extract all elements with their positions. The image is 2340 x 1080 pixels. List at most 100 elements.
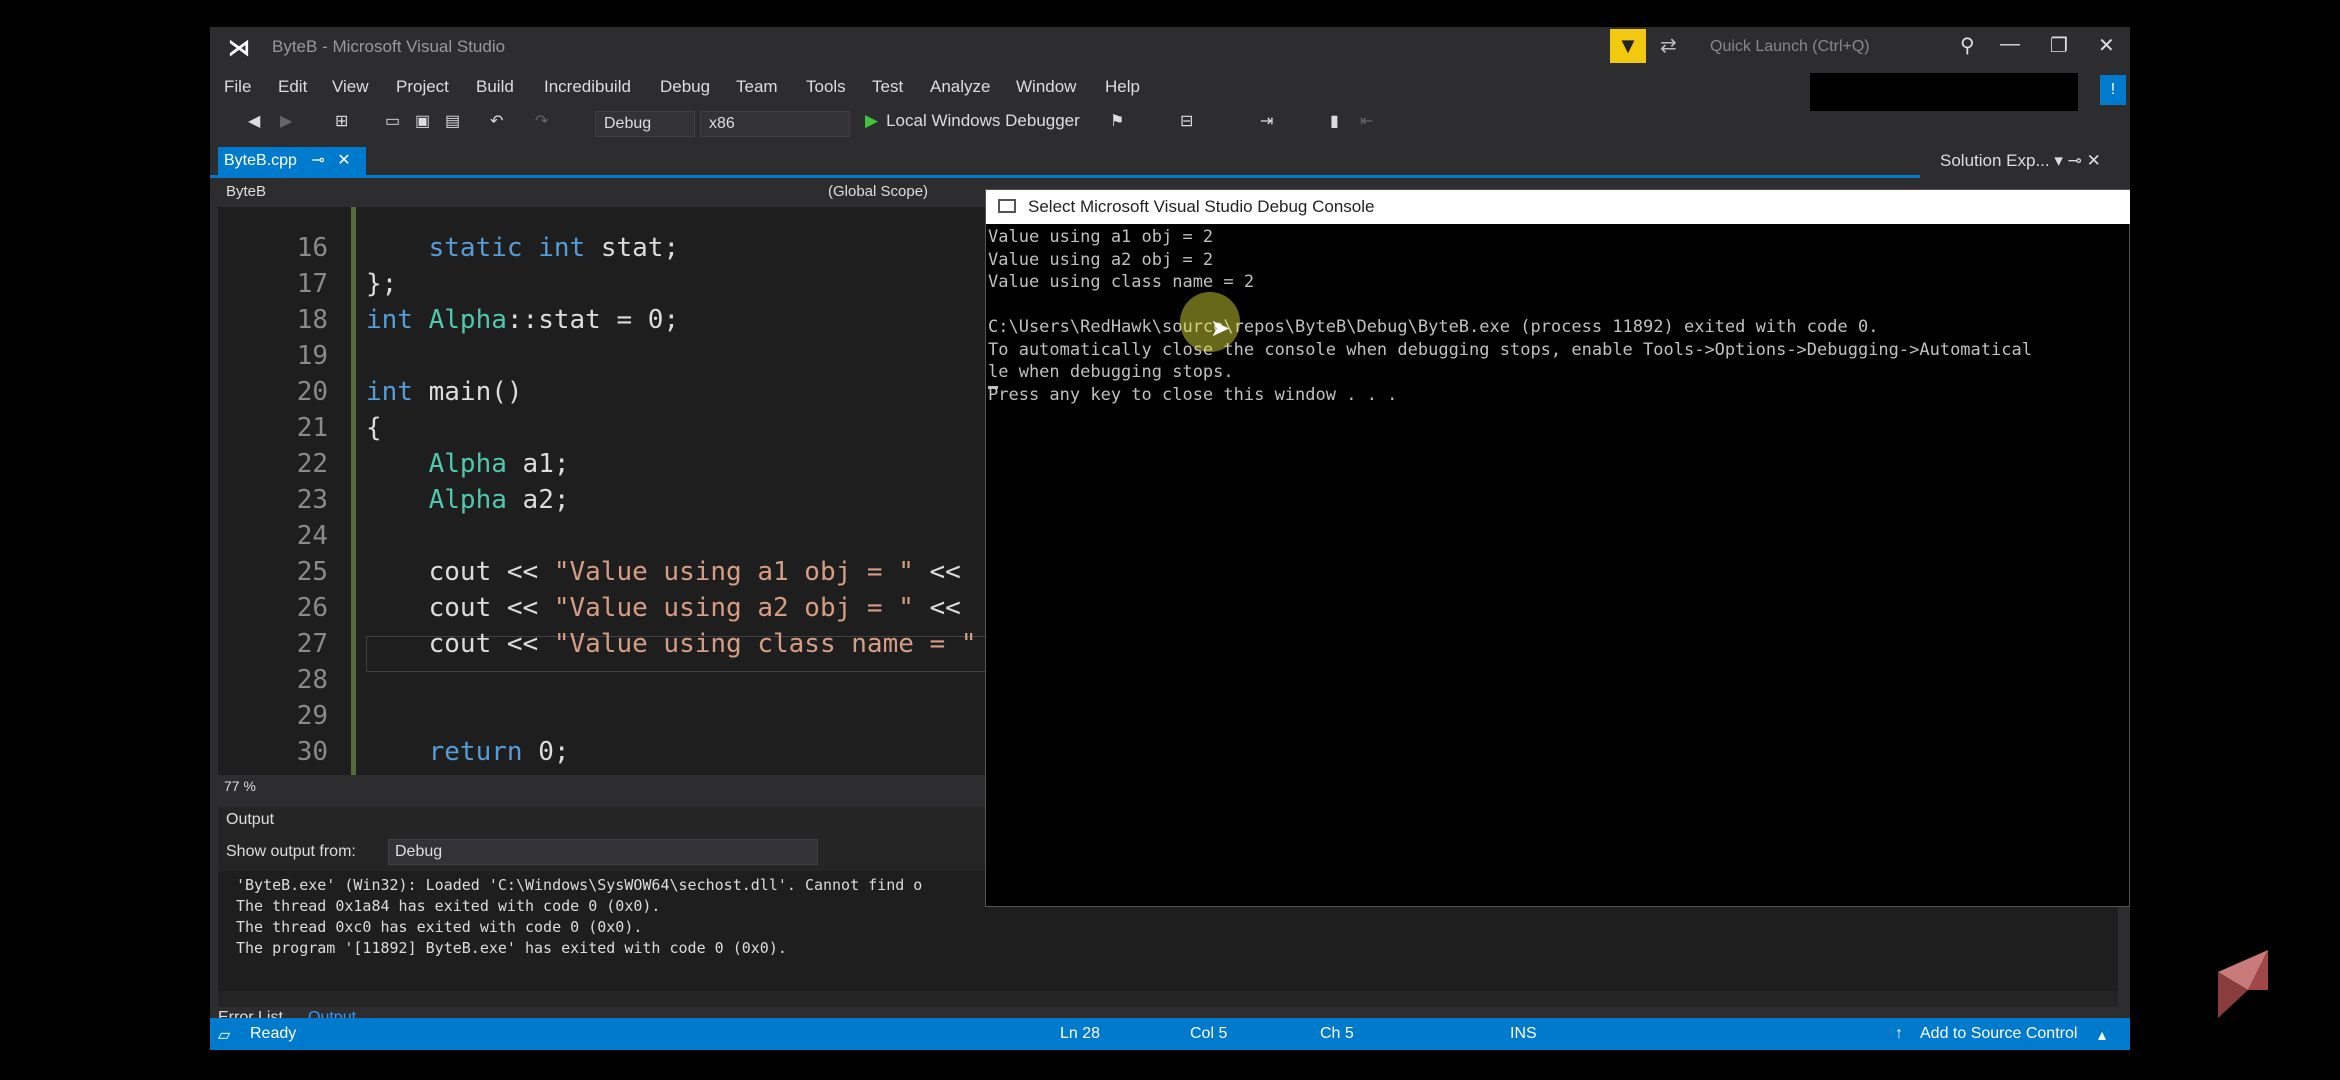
toolbar: ◀ ▶ ⊞ ▭ ▣ ▤ ↶ ↷ Debug x86 ▶ Local Windows… [210, 103, 2130, 143]
line-number: 24 [296, 521, 328, 551]
line-number: 28 [296, 665, 328, 695]
menu-build[interactable]: Build [476, 77, 514, 97]
open-file-icon[interactable]: ▭ [385, 111, 400, 131]
save-all-icon[interactable]: ▤ [445, 111, 460, 131]
code-line: int Alpha::stat = 0; [366, 305, 680, 335]
menu-team[interactable]: Team [736, 77, 778, 97]
pin-icon[interactable]: ⊸ [311, 152, 324, 169]
status-icon: ▱ [218, 1027, 231, 1044]
comment-icon[interactable]: ⇥ [1260, 111, 1273, 131]
menu-help[interactable]: Help [1105, 77, 1140, 97]
menu-analyze[interactable]: Analyze [930, 77, 990, 97]
solution-explorer-tab[interactable]: Solution Exp... ▾ ⊸ ✕ [1940, 151, 2101, 171]
live-share-icon[interactable]: ⇄ [1660, 33, 1677, 58]
code-line: { [366, 413, 382, 443]
menu-tools[interactable]: Tools [806, 77, 846, 97]
chevron-up-icon: ▴ [2098, 1027, 2107, 1044]
line-number: 22 [296, 449, 328, 479]
breakpoint-icon[interactable]: ⊟ [1180, 111, 1193, 131]
line-number: 18 [296, 305, 328, 335]
solution-platform-select[interactable]: x86 [700, 111, 850, 137]
console-icon [998, 199, 1016, 213]
search-icon[interactable]: ⚲ [1960, 33, 1975, 58]
console-line: Press any key to close this window . . . [988, 384, 1398, 405]
line-number: 26 [296, 593, 328, 623]
back-icon[interactable]: ◀ [248, 111, 260, 131]
menu-project[interactable]: Project [396, 77, 449, 97]
console-output[interactable]: Value using a1 obj = 2 Value using a2 obj… [986, 224, 2129, 904]
play-icon: ▶ [865, 111, 879, 130]
menu-debug[interactable]: Debug [660, 77, 710, 97]
menu-bar: File Edit View Project Build Incredibuil… [210, 71, 1810, 103]
bookmark-icon[interactable]: ▮ [1330, 111, 1339, 131]
save-icon[interactable]: ▣ [415, 111, 430, 131]
forward-icon[interactable]: ▶ [280, 111, 292, 131]
console-line: Value using a1 obj = 2 [988, 227, 1214, 247]
code-line: cout << "Value using a2 obj = " << [366, 593, 961, 623]
zoom-level[interactable]: 77 % [224, 778, 256, 794]
menu-file[interactable]: File [224, 77, 251, 97]
status-bar: ▱ Ready Ln 28 Col 5 Ch 5 INS ↑ Add to So… [210, 1018, 2130, 1050]
tab-label: ByteB.cpp [224, 152, 297, 169]
code-line: }; [366, 269, 398, 299]
window-title: ByteB - Microsoft Visual Studio [272, 37, 506, 56]
line-number: 25 [296, 557, 328, 587]
start-debugging-button[interactable]: ▶ Local Windows Debugger [865, 111, 1080, 131]
status-insert-mode: INS [1510, 1025, 1537, 1042]
output-source-select[interactable]: Debug [388, 839, 818, 865]
code-line: static int stat; [428, 233, 680, 263]
console-title-bar[interactable]: Select Microsoft Visual Studio Debug Con… [986, 190, 2130, 224]
close-tab-icon[interactable]: ✕ [337, 152, 350, 169]
visual-studio-logo-icon: ⋊ [228, 35, 250, 60]
solution-configuration-select[interactable]: Debug [595, 111, 695, 137]
feedback-button[interactable]: ! [2100, 75, 2126, 105]
change-tracking-bar [351, 207, 356, 775]
code-line: Alpha a2; [428, 485, 570, 515]
redo-icon[interactable]: ↷ [535, 111, 548, 131]
output-line: The thread 0xc0 has exited with code 0 (… [236, 918, 643, 936]
title-bar: ⋊ ByteB - Microsoft Visual Studio ▼ ⇄ Qu… [210, 27, 2130, 67]
status-char: Ch 5 [1320, 1025, 1354, 1042]
menu-edit[interactable]: Edit [278, 77, 307, 97]
restore-button[interactable]: ❐ [2050, 33, 2068, 58]
console-cursor [988, 386, 998, 389]
visual-studio-window: ⋊ ByteB - Microsoft Visual Studio ▼ ⇄ Qu… [210, 27, 2130, 1050]
line-number: 19 [296, 341, 328, 371]
code-line: return 0; [428, 737, 570, 767]
debug-console-window[interactable]: Select Microsoft Visual Studio Debug Con… [985, 189, 2130, 907]
output-line: The program '[11892] ByteB.exe' has exit… [236, 939, 787, 957]
show-output-label: Show output from: [226, 843, 356, 860]
code-line: Alpha a1; [428, 449, 570, 479]
line-number: 27 [296, 629, 328, 659]
line-number: 20 [296, 377, 328, 407]
menu-window[interactable]: Window [1016, 77, 1076, 97]
scope-dropdown[interactable]: (Global Scope) [828, 183, 928, 200]
line-number: 30 [296, 737, 328, 767]
line-number: 29 [296, 701, 328, 731]
menu-test[interactable]: Test [872, 77, 903, 97]
add-to-source-control-button[interactable]: Add to Source Control [1920, 1025, 2077, 1043]
bookmark-prev-icon[interactable]: ⇤ [1360, 111, 1373, 131]
quick-launch-input[interactable]: Quick Launch (Ctrl+Q) [1700, 31, 1930, 63]
line-number: 21 [296, 413, 328, 443]
close-window-button[interactable]: ✕ [2098, 33, 2115, 58]
console-line: le when debugging stops. [988, 362, 1234, 382]
undo-icon[interactable]: ↶ [490, 111, 503, 131]
console-line: C:\Users\RedHawk\source\repos\ByteB\Debu… [988, 317, 1879, 337]
minimize-button[interactable]: — [2000, 33, 2020, 56]
solution-explorer-label: Solution Exp... [1940, 151, 2050, 170]
process-icon[interactable]: ⚑ [1110, 111, 1124, 131]
run-label: Local Windows Debugger [886, 111, 1080, 130]
project-dropdown[interactable]: ByteB [226, 183, 266, 200]
menu-view[interactable]: View [332, 77, 369, 97]
menu-incredibuild[interactable]: Incredibuild [544, 77, 631, 97]
code-line: int main() [366, 377, 523, 407]
line-number: 16 [296, 233, 328, 263]
tab-bytecpp[interactable]: ByteB.cpp ⊸ ✕ [218, 147, 366, 175]
notification-filter-icon[interactable]: ▼ [1610, 29, 1646, 63]
code-line: cout << "Value using a1 obj = " << [366, 557, 961, 587]
new-project-icon[interactable]: ⊞ [335, 111, 348, 131]
status-col: Col 5 [1190, 1025, 1228, 1042]
line-number: 23 [296, 485, 328, 515]
